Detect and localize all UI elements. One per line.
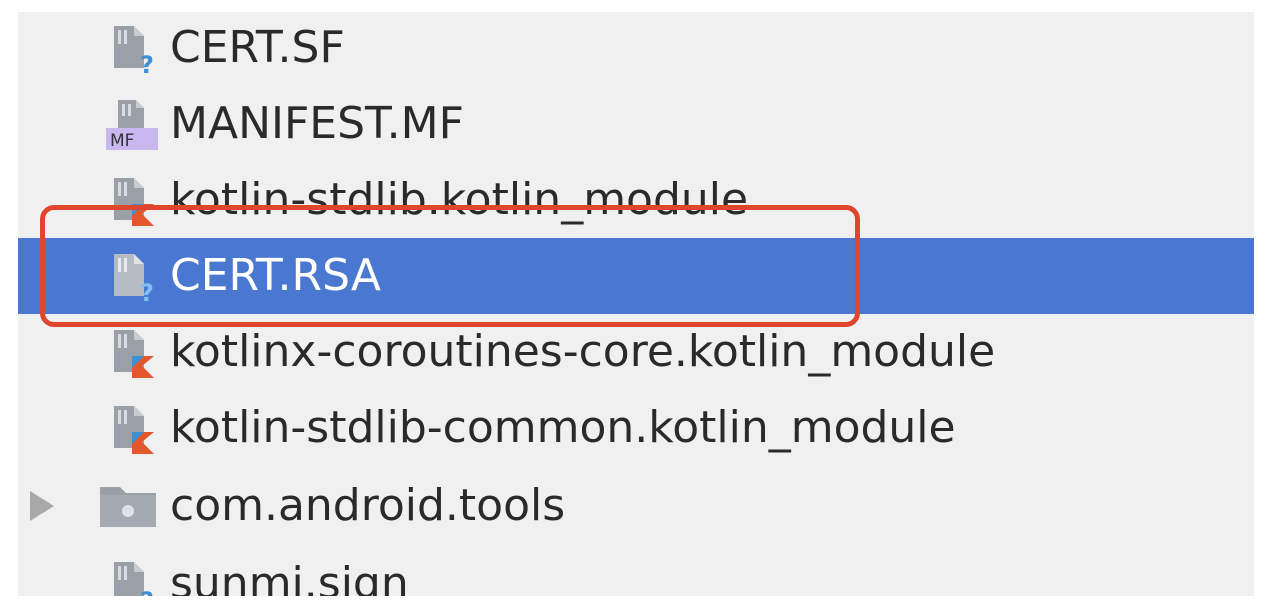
tree-row-kotlin-stdlib-module[interactable]: kotlin-stdlib.kotlin_module [18,162,1254,238]
tree-row-kotlin-stdlib-common-module[interactable]: kotlin-stdlib-common.kotlin_module [18,390,1254,466]
tree-item-label: sunmi.sign [170,558,409,597]
project-file-tree: ? CERT.SF MF MANIFEST.MF kotlin-stdlib.k… [18,12,1254,596]
svg-text:?: ? [140,279,154,304]
unknown-file-icon: ? [104,556,160,596]
tree-row-cert-sf[interactable]: ? CERT.SF [18,12,1254,86]
tree-row-cert-rsa[interactable]: ? CERT.RSA [18,238,1254,314]
tree-item-label: kotlinx-coroutines-core.kotlin_module [170,326,996,377]
tree-item-label: kotlin-stdlib-common.kotlin_module [170,402,956,453]
svg-text:?: ? [140,587,154,596]
kotlin-module-file-icon [104,324,160,380]
tree-row-manifest-mf[interactable]: MF MANIFEST.MF [18,86,1254,162]
tree-row-sunmi-sign[interactable]: ? sunmi.sign [18,546,1254,596]
manifest-file-icon: MF [104,96,160,152]
svg-text:?: ? [140,51,154,76]
unknown-file-icon: ? [104,248,160,307]
kotlin-module-file-icon [104,400,160,456]
expand-arrow-icon[interactable] [26,489,56,523]
tree-item-label: CERT.SF [170,22,345,73]
tree-row-com-android-tools[interactable]: com.android.tools [18,468,1254,544]
package-folder-icon [98,481,158,531]
unknown-file-icon: ? [104,20,160,79]
tree-row-kotlinx-coroutines-module[interactable]: kotlinx-coroutines-core.kotlin_module [18,314,1254,390]
tree-item-label: CERT.RSA [170,250,381,301]
tree-item-label: com.android.tools [170,480,566,531]
tree-item-label: MANIFEST.MF [170,98,464,149]
kotlin-module-file-icon [104,172,160,228]
tree-item-label: kotlin-stdlib.kotlin_module [170,174,749,225]
svg-text:MF: MF [110,131,134,151]
